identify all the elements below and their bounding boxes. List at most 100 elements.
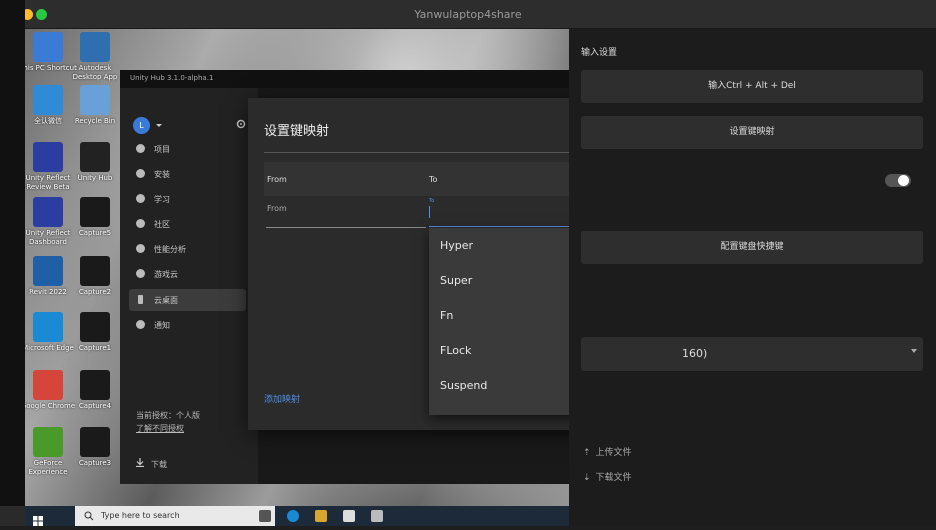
app-icon [80,427,110,457]
sidebar-item-label: 安装 [154,170,170,179]
from-input-placeholder: From [267,204,287,213]
sidebar-item-notifications[interactable]: 通知 [129,314,246,336]
sidebar-item-label: 游戏云 [154,270,178,279]
sidebar-item-label: 通知 [154,321,170,330]
keyboard-shortcuts-button[interactable]: 配置键盘快捷键 [581,231,923,264]
upload-file-link[interactable]: ⇡ 上传文件 [583,445,632,458]
taskbar: Type here to search [25,506,569,526]
settings-toggle[interactable] [885,174,911,187]
desktop-icon-label: Capture3 [78,459,112,467]
avatar[interactable]: L [133,117,150,134]
app-icon [33,370,63,400]
unity-hub-title: Unity Hub 3.1.0-alpha.1 [130,74,214,82]
app-icon [33,197,63,227]
sidebar-item-projects[interactable]: 项目 [129,138,246,160]
chevron-down-icon[interactable] [156,124,162,127]
input-settings-heading: 输入设置 [581,48,618,58]
desktop-icon-item[interactable]: Capture5 [65,197,125,238]
sidebar-item-installs[interactable]: 安装 [129,163,246,185]
download-file-label: 下载文件 [595,473,632,483]
desktop-icon-item[interactable]: Recycle Bin [65,85,125,126]
graduation-cap-icon [136,194,145,203]
app-icon [33,256,63,286]
desktop-icon-item[interactable]: Capture4 [65,370,125,411]
desktop-icon-label: Capture1 [78,344,112,352]
sidebar-item-game-cloud[interactable]: 游戏云 [129,263,246,285]
left-edge [0,0,25,506]
dropdown-option-hyper[interactable]: Hyper [440,239,473,252]
desktop-icon-label: Autodesk Desktop App [72,64,118,81]
app-icon [80,142,110,172]
desktop-icon-item[interactable]: Autodesk Desktop App [65,32,125,82]
sidebar-item-label: 云桌面 [154,296,178,305]
projects-icon [136,144,145,153]
column-from: From [267,175,287,184]
cloud-icon [136,269,145,278]
chevron-down-icon [911,349,917,353]
app-icon [80,32,110,62]
bar-chart-icon [136,244,145,253]
from-input[interactable]: From [266,202,426,228]
desktop-icon-label: Capture4 [78,402,112,410]
file-explorer-icon[interactable] [315,510,327,522]
taskbar-search[interactable]: Type here to search [75,506,275,526]
to-input-label: To [429,198,435,204]
text-caret [429,206,430,218]
to-input[interactable]: To [429,198,587,227]
dropdown-option-suspend[interactable]: Suspend [440,379,487,392]
sidebar-item-label: 性能分析 [154,245,186,254]
desktop-icon-item[interactable]: Capture3 [65,427,125,468]
resolution-select[interactable]: 160) [581,337,923,371]
app-icon [80,312,110,342]
app-icon [80,197,110,227]
app-icon [33,32,63,62]
app-window: Yanwulaptop4share This PC ShortcutAutode… [0,0,936,526]
windows-start-icon[interactable] [33,511,43,526]
upload-icon: ⇡ [583,448,591,458]
desktop-icon-item[interactable]: Capture1 [65,312,125,353]
edge-icon[interactable] [287,510,299,522]
app-taskbar-icon[interactable] [371,510,383,522]
title-bar: Yanwulaptop4share [0,0,936,29]
to-key-dropdown: Hyper Super Fn FLock Suspend [429,228,587,415]
sidebar-item-label: 项目 [154,145,170,154]
taskbar-search-placeholder: Type here to search [101,511,180,520]
license-link[interactable]: 了解不同授权 [136,423,184,434]
keymap-button[interactable]: 设置键映射 [581,116,923,149]
ctrl-alt-del-button[interactable]: 输入Ctrl + Alt + Del [581,70,923,103]
unity-hub-sidebar: L 项目 安装 学习 社区 性能分析 游戏云 云桌面 通知 当前授权：个人版 了… [120,88,258,484]
dialog-title: 设置键映射 [264,124,330,139]
download-icon: ⇣ [583,473,591,483]
app-icon [33,85,63,115]
sidebar-download[interactable]: 下载 [151,459,167,470]
unity-hub-titlebar: Unity Hub 3.1.0-alpha.1 [120,70,570,88]
dropdown-option-fn[interactable]: Fn [440,309,453,322]
desktop-icon-label: Capture5 [78,229,112,237]
app-icon [33,142,63,172]
download-icon [136,458,144,467]
add-mapping-link[interactable]: 添加映射 [264,392,300,405]
column-to: To [429,175,438,184]
sidebar-item-analytics[interactable]: 性能分析 [129,238,246,260]
app-icon [80,256,110,286]
sidebar-item-community[interactable]: 社区 [129,213,246,235]
sidebar-item-cloud-desktop[interactable]: 云桌面 [129,289,246,311]
license-status: 当前授权：个人版 [136,411,200,420]
desktop-icon-item[interactable]: Unity Hub [65,142,125,183]
sidebar-item-learn[interactable]: 学习 [129,188,246,210]
app-icon [80,370,110,400]
task-view-icon[interactable] [259,510,271,522]
desktop-icon-label: Unity Hub [77,174,113,182]
desktop-icon-item[interactable]: Capture2 [65,256,125,297]
dropdown-option-flock[interactable]: FLock [440,344,471,357]
download-file-link[interactable]: ⇣ 下载文件 [583,470,632,483]
app-icon [33,312,63,342]
bell-icon [136,320,145,329]
people-icon [136,219,145,228]
input-settings-panel: 输入设置 输入Ctrl + Alt + Del 设置键映射 配置键盘快捷键 16… [569,29,936,526]
desktop-icon-label: Recycle Bin [74,117,116,125]
gear-icon[interactable] [236,119,246,129]
unity-hub-taskbar-icon[interactable] [343,510,355,522]
dropdown-option-super[interactable]: Super [440,274,472,287]
sidebar-item-label: 学习 [154,195,170,204]
